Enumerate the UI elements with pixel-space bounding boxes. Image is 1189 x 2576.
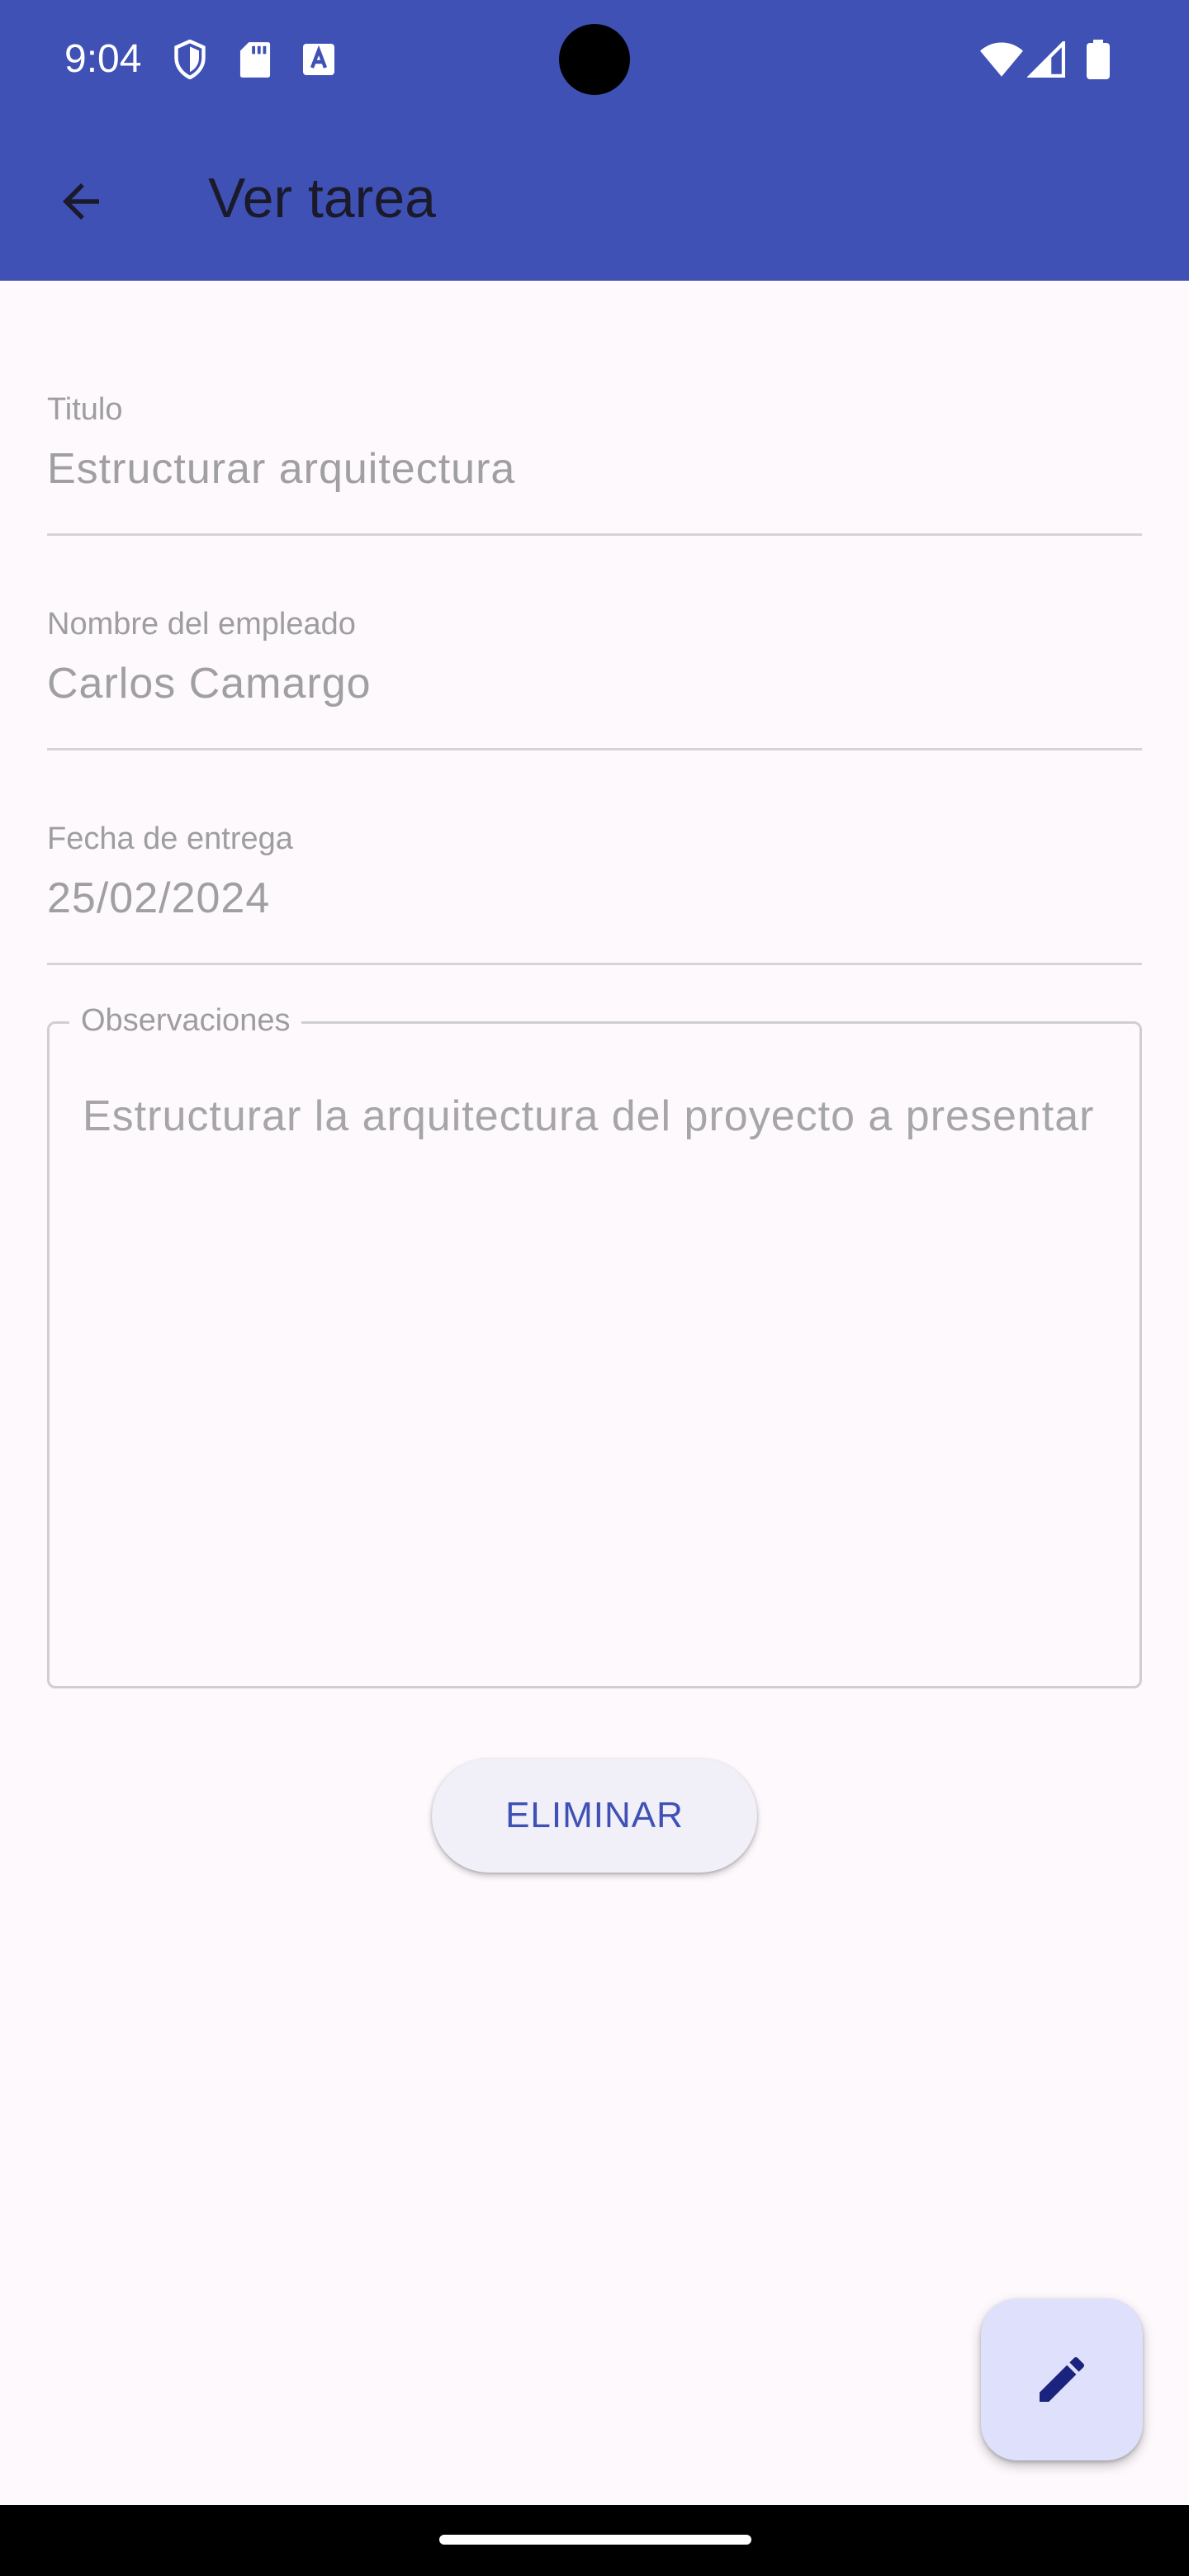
empleado-underline (47, 748, 1142, 751)
sd-card-icon (239, 38, 271, 81)
shield-icon (172, 38, 208, 81)
delete-button[interactable]: ELIMINAR (432, 1759, 757, 1873)
empleado-label: Nombre del empleado (47, 607, 356, 642)
empleado-value[interactable]: Carlos Camargo (47, 657, 372, 710)
edit-pencil-icon (1040, 2356, 1085, 2402)
fecha-label: Fecha de entrega (47, 822, 293, 856)
cell-signal-icon (1027, 38, 1065, 81)
titulo-value[interactable]: Estructurar arquitectura (47, 443, 515, 495)
status-time: 9:04 (64, 37, 142, 81)
camera-cutout (559, 24, 630, 95)
text-a-icon (302, 38, 335, 81)
titulo-label: Titulo (47, 392, 123, 427)
observaciones-label: Observaciones (69, 1002, 302, 1039)
arrow-back-icon (63, 183, 99, 220)
fecha-value[interactable]: 25/02/2024 (47, 872, 270, 925)
wifi-icon (979, 38, 1024, 81)
fecha-underline (47, 963, 1142, 965)
battery-icon (1087, 38, 1110, 81)
titulo-underline (47, 533, 1142, 536)
observaciones-value[interactable]: Estructurar la arquitectura del proyecto… (83, 1082, 1106, 1151)
home-gesture-handle[interactable] (439, 2535, 751, 2545)
edit-fab-button[interactable] (981, 2299, 1143, 2460)
back-button[interactable] (33, 154, 129, 249)
page-title: Ver tarea (208, 167, 436, 230)
